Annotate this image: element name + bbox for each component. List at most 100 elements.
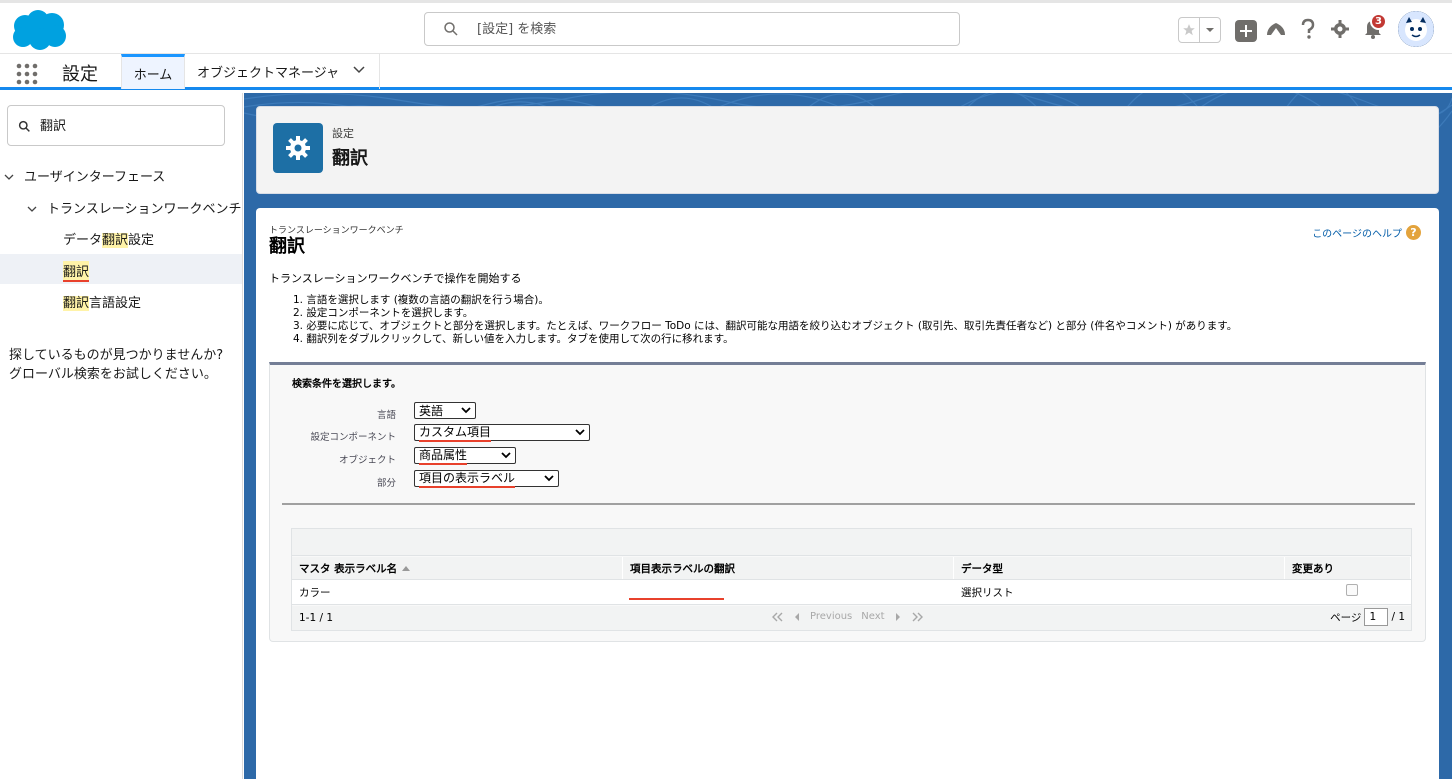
breadcrumb[interactable]: 設定 <box>332 125 354 141</box>
astro-avatar-icon <box>1398 11 1434 47</box>
search-highlight: 翻訳 <box>63 261 90 282</box>
tree-node-translation-workbench[interactable]: トランスレーションワークベンチ <box>27 198 241 217</box>
setup-button[interactable] <box>1329 16 1351 42</box>
spellcheck-underline <box>629 598 724 600</box>
record-count: 1-1 / 1 <box>299 612 334 624</box>
filter-title: 検索条件を選択します。 <box>292 379 401 390</box>
app-launcher-icon[interactable] <box>15 62 39 86</box>
first-page-icon[interactable] <box>772 612 784 622</box>
chevron-down-icon <box>544 475 554 482</box>
content-title: 翻訳 <box>269 236 305 257</box>
previous-page-icon[interactable] <box>793 612 801 622</box>
changed-checkbox <box>1345 584 1358 596</box>
cell-changed <box>1285 580 1411 604</box>
chevron-down-icon <box>461 407 471 414</box>
search-highlight: 翻訳 <box>63 296 90 311</box>
next-page-icon[interactable] <box>894 612 902 622</box>
previous-link[interactable]: Previous <box>810 611 852 622</box>
trailhead-button[interactable] <box>1265 16 1287 42</box>
sidebar-item-translate[interactable]: 翻訳 <box>0 254 242 284</box>
setup-sidebar: ユーザインターフェース トランスレーションワークベンチ データ翻訳設定 翻訳 翻… <box>0 93 243 779</box>
chevron-down-icon <box>27 206 37 212</box>
step-item: 3. 必要に応じて、オブジェクトと部分を選択します。たとえば、ワークフロー To… <box>293 320 1238 332</box>
language-select[interactable]: 英語 <box>414 402 476 419</box>
chevron-down-icon[interactable] <box>1200 18 1220 42</box>
gear-icon <box>1331 20 1349 38</box>
notification-badge: 3 <box>1370 13 1387 30</box>
search-icon <box>444 22 458 36</box>
not-found-message: 探しているものが見つかりませんか? グローバル検索をお試しください。 <box>9 346 223 384</box>
quick-find-input[interactable] <box>40 117 210 132</box>
plus-icon <box>1240 25 1252 37</box>
cell-master-label: カラー <box>299 586 331 599</box>
chevron-down-icon <box>501 452 511 459</box>
star-icon[interactable] <box>1179 18 1201 42</box>
object-label: オブジェクト <box>338 455 396 466</box>
last-page-icon[interactable] <box>911 612 923 622</box>
tab-object-manager[interactable]: オブジェクトマネージャ <box>185 54 380 89</box>
tree-node-label: トランスレーションワークベンチ <box>47 202 242 217</box>
object-select[interactable]: 商品属性 <box>414 446 516 465</box>
next-link[interactable]: Next <box>861 611 884 622</box>
aspect-label: 部分 <box>376 478 396 489</box>
help-for-page-link[interactable]: このページのヘルプ ? <box>1312 225 1421 240</box>
intro-text: トランスレーションワークベンチで操作を開始する <box>269 272 522 285</box>
language-select-value: 英語 <box>419 404 444 418</box>
tree-node-user-interface[interactable]: ユーザインターフェース <box>4 166 165 185</box>
help-button[interactable] <box>1297 16 1319 42</box>
global-search-input[interactable] <box>477 19 937 39</box>
favorites-group[interactable] <box>1178 17 1221 43</box>
global-header: 3 <box>0 0 1452 54</box>
filter-divider <box>282 503 1415 505</box>
chevron-down-icon[interactable] <box>353 66 365 74</box>
column-changed[interactable]: 変更あり <box>1285 557 1411 579</box>
column-master-label[interactable]: マスタ 表示ラベル名 <box>292 557 623 579</box>
search-highlight: 翻訳 <box>102 233 129 248</box>
quick-find[interactable] <box>7 105 225 146</box>
pager: Previous Next <box>772 611 923 622</box>
component-label: 設定コンポーネント <box>310 432 396 443</box>
page-title: 翻訳 <box>332 148 368 169</box>
item-text: データ <box>63 233 103 248</box>
page-number-input[interactable]: 1 <box>1364 608 1389 626</box>
sidebar-item-data-translation-settings[interactable]: データ翻訳設定 <box>63 229 154 248</box>
grid-toolbar <box>292 529 1411 556</box>
tab-object-manager-label: オブジェクトマネージャ <box>197 66 340 81</box>
item-text: 設定 <box>128 233 155 248</box>
cell-translation[interactable] <box>623 580 954 604</box>
question-icon <box>1301 18 1315 39</box>
help-icon: ? <box>1406 225 1421 240</box>
avatar[interactable] <box>1398 11 1434 47</box>
page-info: ページ 1 / 1 <box>1330 608 1405 626</box>
sidebar-item-translation-language-settings[interactable]: 翻訳言語設定 <box>63 292 141 311</box>
not-found-line: グローバル検索をお試しください。 <box>9 367 217 382</box>
component-select[interactable]: カスタム項目 <box>414 423 590 442</box>
global-search[interactable] <box>424 12 960 46</box>
salesforce-logo[interactable] <box>8 9 68 51</box>
help-link-label: このページのヘルプ <box>1312 229 1402 240</box>
app-name: 設定 <box>62 64 98 85</box>
global-actions-button[interactable] <box>1235 20 1257 42</box>
trailhead-icon <box>1267 23 1285 35</box>
component-select-value: カスタム項目 <box>419 423 492 442</box>
object-select-value: 商品属性 <box>419 446 468 465</box>
column-header-text: マスタ 表示ラベル名 <box>299 562 398 575</box>
column-data-type[interactable]: データ型 <box>954 557 1285 579</box>
page-label: ページ <box>1330 611 1362 624</box>
step-item: 1. 言語を選択します (複数の言語の翻訳を行う場合)。 <box>293 294 549 306</box>
setup-gear-icon <box>273 123 323 173</box>
translation-grid: マスタ 表示ラベル名 項目表示ラベルの翻訳 データ型 変更あり カラー 選択リス… <box>291 528 1412 631</box>
tab-home[interactable]: ホーム <box>121 54 185 89</box>
table-row[interactable]: カラー 選択リスト <box>292 580 1411 605</box>
chevron-down-icon <box>575 429 585 436</box>
aspect-select[interactable]: 項目の表示ラベル <box>414 470 559 488</box>
page-total: / 1 <box>1391 611 1405 623</box>
content-card: トランスレーションワークベンチ 翻訳 このページのヘルプ ? トランスレーション… <box>256 208 1439 779</box>
language-label: 言語 <box>376 410 396 421</box>
step-item: 4. 翻訳列をダブルクリックして、新しい値を入力します。タブを使用して次の行に移… <box>293 333 734 345</box>
search-icon <box>18 120 30 132</box>
instruction-steps: 1. 言語を選択します (複数の言語の翻訳を行う場合)。 2. 設定コンポーネン… <box>293 294 1237 346</box>
page-header: 設定 翻訳 <box>256 106 1439 194</box>
column-translation[interactable]: 項目表示ラベルの翻訳 <box>623 557 954 579</box>
grid-footer: 1-1 / 1 Previous Next ページ 1 / 1 <box>292 606 1411 630</box>
